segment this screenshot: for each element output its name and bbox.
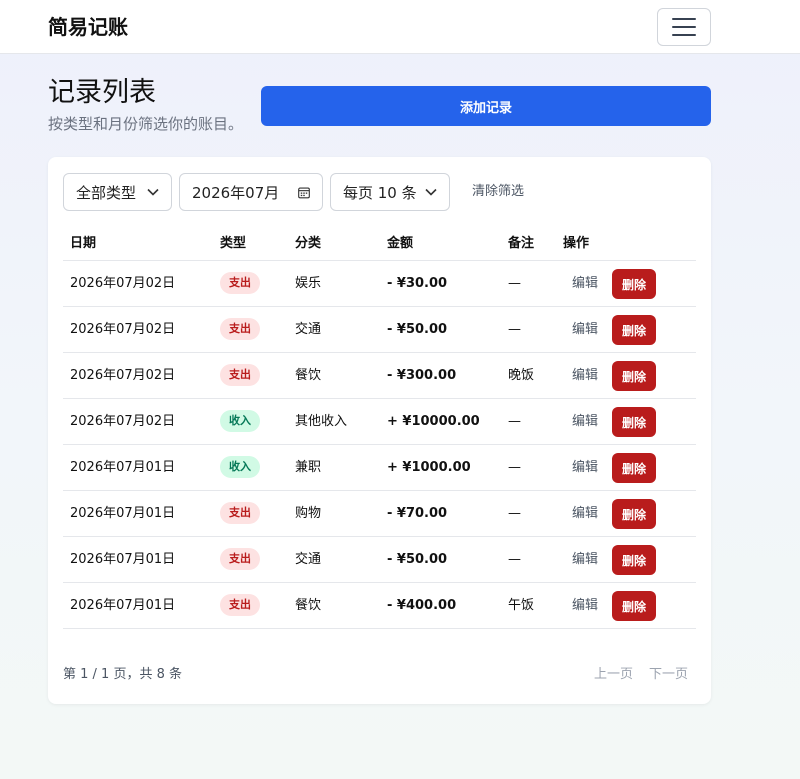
row-amount: + ¥10000.00 [387,414,480,429]
row-note: 午饭 [508,598,535,613]
delete-button[interactable]: 删除 [612,407,656,437]
row-date: 2026年07月01日 [70,552,176,567]
edit-button[interactable]: 编辑 [572,459,598,477]
row-date: 2026年07月01日 [70,506,176,521]
prev-page-button[interactable]: 上一页 [594,666,633,684]
row-note: — [508,276,521,291]
row-date: 2026年07月01日 [70,460,176,475]
page-size-value: 每页 10 条 [343,183,417,202]
column-header-actions: 操作 [563,236,590,251]
month-filter-value: 2026年07月 [192,183,280,202]
pagination-info: 第 1 / 1 页，共 8 条 [63,667,182,682]
row-amount: - ¥50.00 [387,552,448,567]
type-badge: 支出 [220,318,260,340]
edit-button[interactable]: 编辑 [572,551,598,569]
row-date: 2026年07月02日 [70,322,176,337]
table-row: 2026年07月02日 支出 餐饮 - ¥300.00 晚饭 编辑 删除 [63,353,696,399]
type-badge: 支出 [220,502,260,524]
delete-button[interactable]: 删除 [612,545,656,575]
table-row: 2026年07月01日 支出 交通 - ¥50.00 — 编辑 删除 [63,537,696,583]
menu-toggle-button[interactable] [657,8,711,46]
type-badge: 支出 [220,272,260,294]
row-date: 2026年07月02日 [70,276,176,291]
row-amount: + ¥1000.00 [387,460,471,475]
month-filter-input[interactable]: 2026年07月 [179,173,323,211]
row-note: 晚饭 [508,368,535,383]
row-category: 交通 [295,552,322,567]
records-table: 日期 类型 分类 金额 备注 操作 2026年07月02日 支出 娱乐 - ¥30.0… [63,227,696,629]
row-category: 娱乐 [295,276,322,291]
row-category: 兼职 [295,460,322,475]
top-navbar: 简易记账 [0,0,800,54]
page-subtitle: 按类型和月份筛选你的账目。 [48,115,244,133]
table-row: 2026年07月01日 支出 餐饮 - ¥400.00 午饭 编辑 删除 [63,583,696,629]
edit-button[interactable]: 编辑 [572,321,598,339]
row-date: 2026年07月02日 [70,368,176,383]
row-date: 2026年07月01日 [70,598,176,613]
type-filter-value: 全部类型 [76,183,137,202]
calendar-icon[interactable] [298,186,310,198]
column-header-category: 分类 [295,236,322,251]
table-row: 2026年07月02日 收入 其他收入 + ¥10000.00 — 编辑 删除 [63,399,696,445]
row-category: 购物 [295,506,322,521]
row-note: — [508,414,521,429]
row-category: 交通 [295,322,322,337]
chevron-down-icon [425,186,437,198]
column-header-note: 备注 [508,236,535,251]
row-amount: - ¥70.00 [387,506,448,521]
clear-filters-link[interactable]: 清除筛选 [472,183,524,201]
edit-button[interactable]: 编辑 [572,505,598,523]
page-size-select[interactable]: 每页 10 条 [330,173,450,211]
type-badge: 收入 [220,410,260,432]
column-header-type: 类型 [220,236,247,251]
edit-button[interactable]: 编辑 [572,367,598,385]
row-amount: - ¥300.00 [387,368,457,383]
next-page-button[interactable]: 下一页 [649,666,688,684]
row-amount: - ¥30.00 [387,276,448,291]
row-amount: - ¥50.00 [387,322,448,337]
row-amount: - ¥400.00 [387,598,457,613]
row-note: — [508,552,521,567]
type-badge: 支出 [220,548,260,570]
row-category: 其他收入 [295,414,348,429]
delete-button[interactable]: 删除 [612,591,656,621]
table-row: 2026年07月01日 收入 兼职 + ¥1000.00 — 编辑 删除 [63,445,696,491]
delete-button[interactable]: 删除 [612,315,656,345]
delete-button[interactable]: 删除 [612,361,656,391]
menu-icon [672,26,696,28]
type-badge: 支出 [220,364,260,386]
add-record-button[interactable]: 添加记录 [261,86,711,126]
menu-icon [672,18,696,20]
edit-button[interactable]: 编辑 [572,275,598,293]
edit-button[interactable]: 编辑 [572,597,598,615]
table-body: 2026年07月02日 支出 娱乐 - ¥30.00— 编辑 删除 2026年07月02日支… [63,261,696,629]
edit-button[interactable]: 编辑 [572,413,598,431]
row-note: — [508,322,521,337]
table-header: 日期 类型 分类 金额 备注 操作 [63,227,696,261]
row-category: 餐饮 [295,598,322,613]
row-date: 2026年07月02日 [70,414,176,429]
row-note: — [508,506,521,521]
records-card: 全部类型 2026年07月 每页 10 条 清除筛选 日期 类型 分类 金额 备… [48,157,711,704]
menu-icon [672,34,696,36]
chevron-down-icon [147,186,159,198]
table-row: 2026年07月02日 支出 娱乐 - ¥30.00 — 编辑 删除 [63,261,696,307]
delete-button[interactable]: 删除 [612,269,656,299]
delete-button[interactable]: 删除 [612,499,656,529]
type-badge: 支出 [220,594,260,616]
delete-button[interactable]: 删除 [612,453,656,483]
column-header-amount: 金额 [387,236,414,251]
table-row: 2026年07月01日 支出 购物 - ¥70.00 — 编辑 删除 [63,491,696,537]
type-badge: 收入 [220,456,260,478]
table-row: 2026年07月02日 支出 交通 - ¥50.00 — 编辑 删除 [63,307,696,353]
row-note: — [508,460,521,475]
column-header-date: 日期 [70,236,97,251]
row-category: 餐饮 [295,368,322,383]
type-filter-select[interactable]: 全部类型 [63,173,172,211]
app-brand[interactable]: 简易记账 [48,14,128,40]
page-title: 记录列表 [48,77,156,108]
